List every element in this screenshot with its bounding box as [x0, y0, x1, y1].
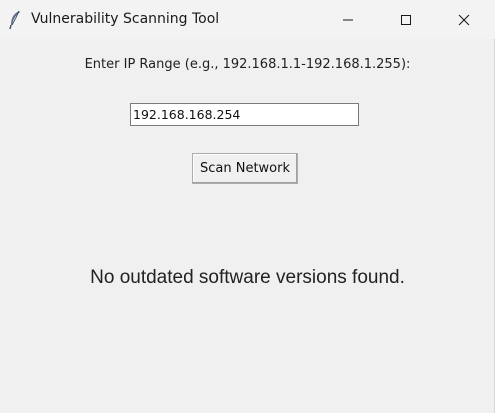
maximize-icon: [400, 14, 412, 26]
close-icon: [458, 14, 470, 26]
minimize-icon: [342, 14, 354, 26]
minimize-button[interactable]: [325, 0, 371, 39]
title-bar[interactable]: Vulnerability Scanning Tool: [0, 0, 495, 39]
close-button[interactable]: [441, 0, 487, 39]
maximize-button[interactable]: [383, 0, 429, 39]
ip-range-label: Enter IP Range (e.g., 192.168.1.1-192.16…: [84, 57, 411, 72]
feather-icon: [8, 10, 22, 30]
ip-range-input[interactable]: [130, 103, 359, 126]
scan-network-button[interactable]: Scan Network: [192, 153, 298, 184]
app-window: Vulnerability Scanning Tool Enter IP Ran…: [0, 0, 495, 413]
scan-result-message: No outdated software versions found.: [90, 267, 405, 288]
window-title: Vulnerability Scanning Tool: [31, 11, 220, 27]
